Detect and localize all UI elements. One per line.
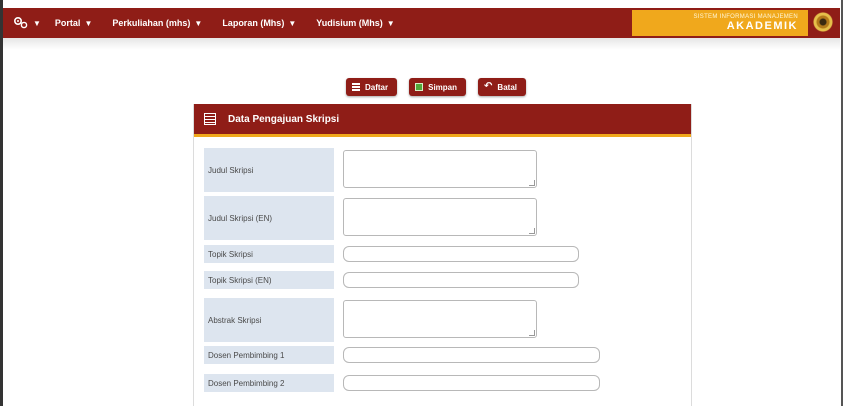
chevron-down-icon: ▼ [288, 19, 297, 28]
reset-button[interactable]: ↶ Batal [478, 78, 526, 96]
save-button-label: Simpan [428, 82, 458, 92]
dosen-pembimbing-2-input[interactable] [343, 375, 600, 391]
nav-yudisium-label: Yudisium (Mhs) [316, 18, 383, 28]
chevron-down-icon: ▼ [194, 19, 203, 28]
field-label-judul: Judul Skripsi [204, 148, 334, 192]
gear-icon [13, 16, 28, 29]
abstrak-skripsi-textarea[interactable] [343, 300, 537, 338]
nav-perkuliahan[interactable]: Perkuliahan (mhs) ▼ [112, 18, 202, 28]
topik-skripsi-en-input[interactable] [343, 272, 579, 288]
field-label-topik-en: Topik Skripsi (EN) [204, 271, 334, 289]
list-button-label: Daftar [365, 82, 389, 92]
field-label-dosen-2: Dosen Pembimbing 2 [204, 374, 334, 392]
judul-skripsi-textarea[interactable] [343, 150, 537, 188]
field-label-abstrak: Abstrak Skripsi [204, 298, 334, 342]
nav-portal[interactable]: Portal ▼ [55, 18, 92, 28]
brand-title: AKADEMIK [726, 20, 798, 32]
nav-perkuliahan-label: Perkuliahan (mhs) [112, 18, 191, 28]
form-icon [204, 113, 216, 125]
save-icon [415, 83, 424, 91]
judul-skripsi-en-textarea[interactable] [343, 198, 537, 236]
nav-portal-label: Portal [54, 18, 81, 28]
panel-header: Data Pengajuan Skripsi [194, 104, 691, 137]
list-button[interactable]: Daftar [346, 78, 398, 96]
action-toolbar: Daftar Simpan ↶ Batal [346, 78, 526, 96]
nav-laporan[interactable]: Laporan (Mhs) ▼ [222, 18, 296, 28]
nav-yudisium[interactable]: Yudisium (Mhs) ▼ [316, 18, 394, 28]
brand-banner: SISTEM INFORMASI MANAJEMEN AKADEMIK [632, 10, 808, 36]
university-logo [812, 11, 834, 33]
undo-icon: ↶ [484, 81, 493, 92]
dosen-pembimbing-1-input[interactable] [343, 347, 600, 363]
save-button[interactable]: Simpan [409, 78, 467, 96]
chevron-down-icon: ▼ [386, 19, 395, 28]
list-icon [352, 83, 360, 91]
nav-laporan-label: Laporan (Mhs) [222, 18, 285, 28]
nav-shadow [3, 38, 840, 50]
window-left-border [0, 0, 3, 406]
top-navigation-bar: ▼ Portal ▼ Perkuliahan (mhs) ▼ Laporan (Mh… [3, 8, 840, 38]
chevron-down-icon: ▼ [84, 19, 93, 28]
thesis-submission-panel: Data Pengajuan Skripsi Judul Skripsi Jud… [193, 104, 692, 406]
field-label-topik: Topik Skripsi [204, 245, 334, 263]
field-label-judul-en: Judul Skripsi (EN) [204, 196, 334, 240]
panel-title: Data Pengajuan Skripsi [228, 113, 340, 125]
topik-skripsi-input[interactable] [343, 246, 579, 262]
chevron-down-icon: ▼ [33, 18, 41, 28]
field-label-dosen-1: Dosen Pembimbing 1 [204, 346, 334, 364]
settings-menu[interactable]: ▼ [13, 16, 41, 30]
reset-button-label: Batal [497, 82, 517, 92]
